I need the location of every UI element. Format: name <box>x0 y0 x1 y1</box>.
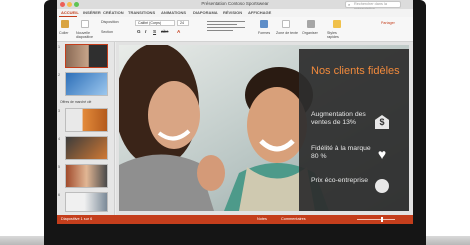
new-slide-icon[interactable] <box>81 20 89 28</box>
layout-button[interactable]: Disposition <box>101 20 119 24</box>
section-button[interactable]: Section <box>101 30 113 34</box>
app-window: Présentation Contoso Sportswear ⌕ Recher… <box>57 0 413 224</box>
tab-revision[interactable]: RÉVISION <box>223 10 242 15</box>
paste-button[interactable]: Coller <box>59 31 68 35</box>
shapes-icon[interactable] <box>260 20 268 28</box>
thumb-number: 3 <box>58 109 60 113</box>
stat-loyalty-text[interactable]: Fidélité à la marque 80 % <box>311 145 375 161</box>
shapes-button[interactable]: Formes <box>258 31 270 35</box>
notes-button[interactable]: Notes <box>257 217 267 221</box>
quick-styles-icon[interactable] <box>333 20 341 28</box>
tab-affichage[interactable]: AFFICHAGE <box>248 10 271 15</box>
tab-animations[interactable]: ANIMATIONS <box>161 10 186 15</box>
zoom-slider[interactable] <box>357 217 395 222</box>
tab-transitions[interactable]: TRANSITIONS <box>128 10 155 15</box>
search-input[interactable]: ⌕ Rechercher dans la présentation <box>345 1 401 11</box>
current-slide[interactable]: Nos clients fidèles Augmentation des ven… <box>119 45 409 211</box>
thumb-number: 5 <box>58 165 60 169</box>
thumb-number: 1 <box>58 45 60 49</box>
slide-thumbnail-6[interactable] <box>65 192 108 212</box>
slide-thumbnail-4[interactable] <box>65 136 108 160</box>
dollar-bag-icon: $ <box>375 115 389 129</box>
status-bar: Diapositive 1 sur 6 Notes Commentaires <box>57 215 413 224</box>
slide-thumbnail-1[interactable] <box>65 44 108 68</box>
tab-diaporama[interactable]: DIAPORAMA <box>193 10 218 15</box>
tab-inserer[interactable]: INSÉRER <box>83 10 101 15</box>
slide-counter: Diapositive 1 sur 6 <box>61 217 93 221</box>
globe-icon <box>375 179 389 193</box>
slide-thumbnail-2[interactable] <box>65 72 108 96</box>
slide-thumbnail-3[interactable] <box>65 108 108 132</box>
font-name-select[interactable]: Calibri (Corps) <box>135 20 175 26</box>
stat-sales-text[interactable]: Augmentation des ventes de 13% <box>311 111 375 127</box>
underline-button[interactable]: S <box>153 29 156 34</box>
thumb-number: 2 <box>58 73 60 77</box>
search-icon: ⌕ <box>348 2 351 7</box>
quick-styles-button[interactable]: Styles rapides <box>327 31 349 39</box>
laptop-bezel: Présentation Contoso Sportswear ⌕ Recher… <box>44 0 426 245</box>
font-size-select[interactable]: 24 <box>177 20 189 26</box>
thumb-number: 6 <box>58 193 60 197</box>
arrange-button[interactable]: Organiser <box>302 31 318 35</box>
stat-eco-text[interactable]: Prix éco-entreprise <box>311 177 375 185</box>
font-color-button[interactable]: A <box>177 29 180 34</box>
share-button[interactable]: Partager <box>381 21 395 25</box>
ribbon: Coller Nouvelle diapositive Disposition … <box>57 17 413 42</box>
strikethrough-button[interactable]: abc <box>161 29 168 34</box>
comments-button[interactable]: Commentaires <box>281 217 306 221</box>
tab-accueil[interactable]: ACCUEIL <box>61 10 79 15</box>
section-name: Offres de marché clé <box>60 100 92 104</box>
zoom-slider-thumb[interactable] <box>381 217 384 222</box>
heart-icon: ♥ <box>377 146 387 162</box>
arrange-icon[interactable] <box>307 20 315 28</box>
text-box-icon[interactable] <box>282 20 290 28</box>
bold-button[interactable]: G <box>137 29 141 34</box>
ribbon-tabs: ACCUEIL INSÉRER CRÉATION TRANSITIONS ANI… <box>57 9 413 17</box>
stats-panel[interactable]: Nos clients fidèles Augmentation des ven… <box>299 49 409 211</box>
slide-thumbnails-pane: 1 2 Offres de marché clé 3 4 5 6 <box>57 42 115 215</box>
title-bar: Présentation Contoso Sportswear ⌕ Recher… <box>57 0 413 11</box>
paragraph-group <box>207 21 247 35</box>
slide-editor: Nos clients fidèles Augmentation des ven… <box>116 42 413 215</box>
slide-thumbnail-5[interactable] <box>65 164 108 188</box>
italic-button[interactable]: I <box>145 29 146 34</box>
text-box-button[interactable]: Zone de texte <box>276 31 300 35</box>
slide-title[interactable]: Nos clients fidèles <box>311 65 401 77</box>
thumb-number: 4 <box>58 137 60 141</box>
paste-icon[interactable] <box>61 20 69 28</box>
tab-creation[interactable]: CRÉATION <box>103 10 124 15</box>
new-slide-button[interactable]: Nouvelle diapositive <box>76 31 98 39</box>
